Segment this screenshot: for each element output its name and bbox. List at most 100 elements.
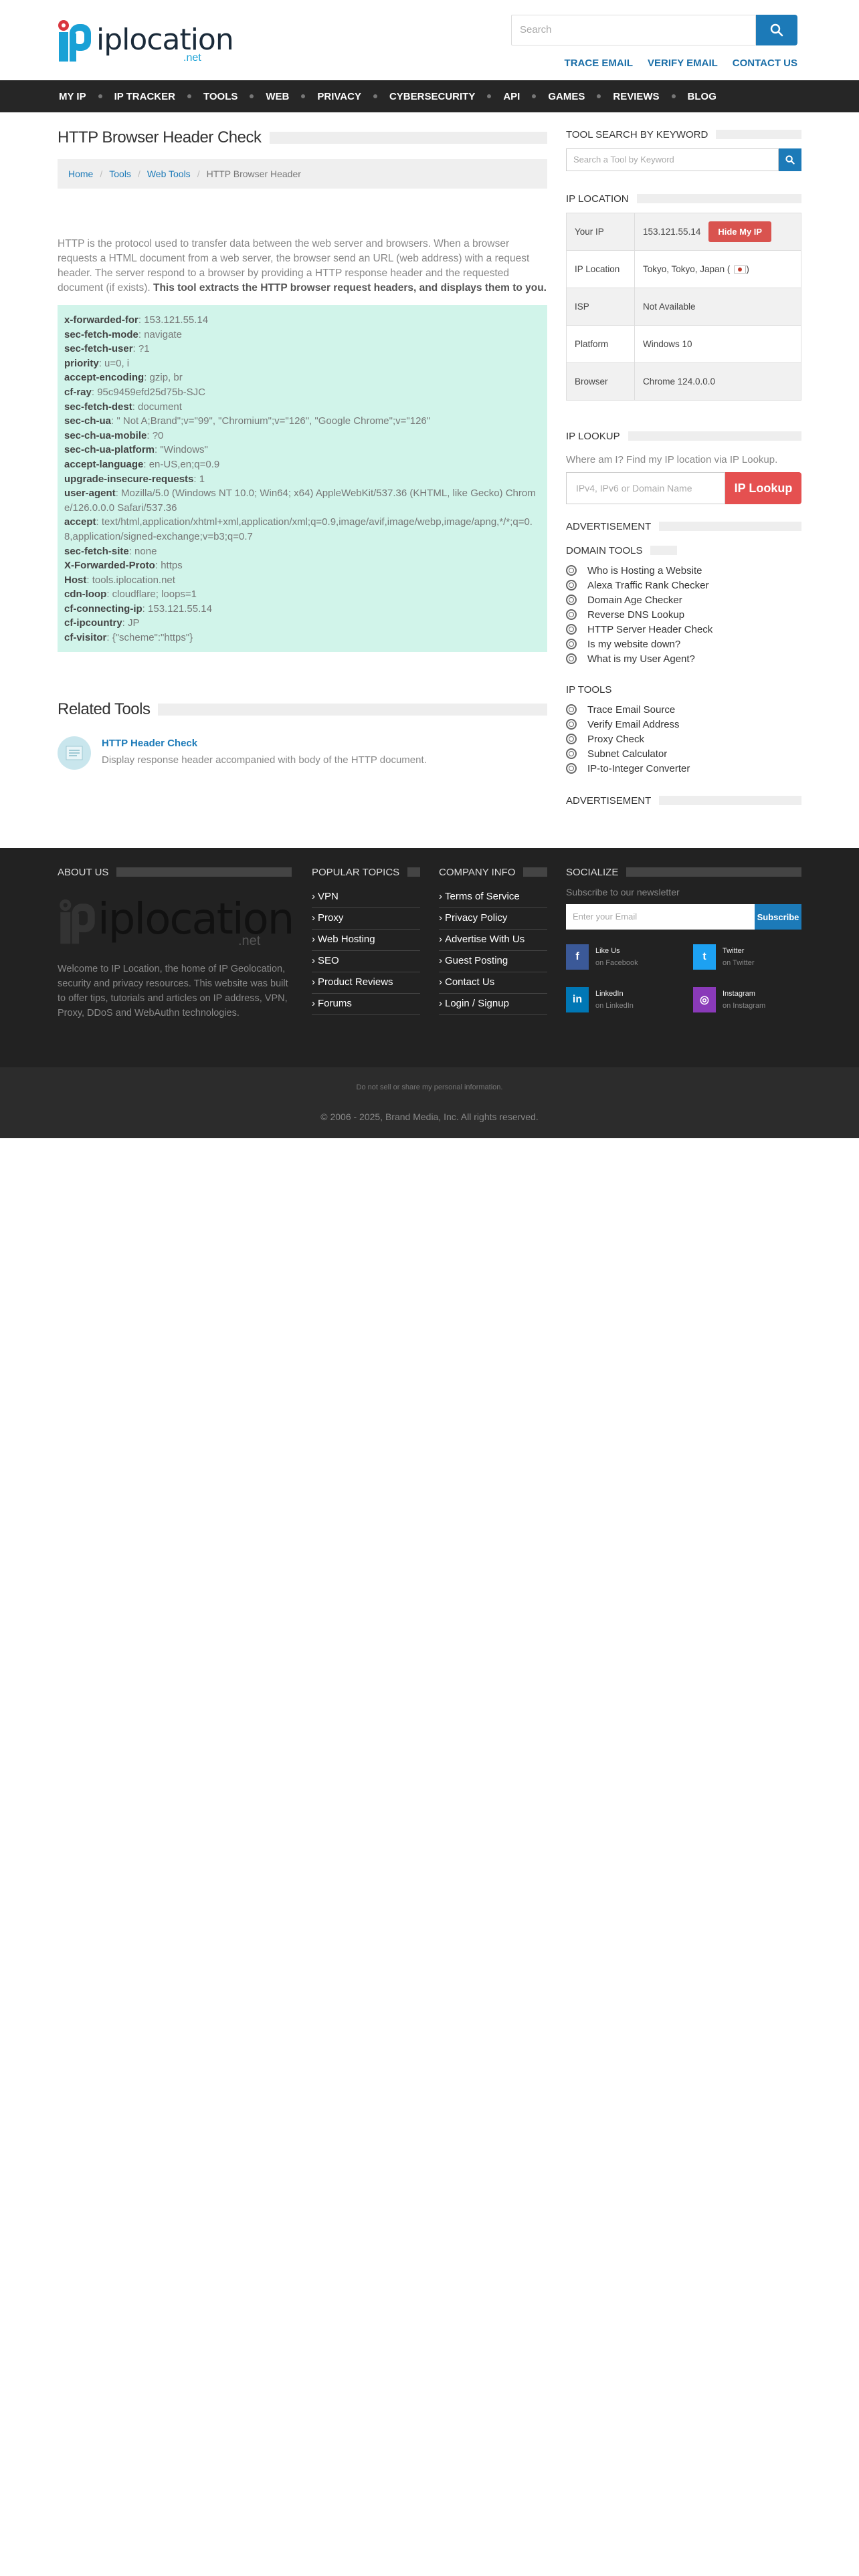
tool-link-who-is-hosting-a-website[interactable]: Who is Hosting a Website [566,563,801,578]
newsletter-form: Enter your Email Subscribe [566,904,801,930]
tool-link-ip-to-integer-converter[interactable]: IP-to-Integer Converter [566,761,801,776]
breadcrumb: Home / Tools / Web Tools / HTTP Browser … [58,159,547,189]
circle-bullet-icon [566,653,577,664]
tool-search-input[interactable]: Search a Tool by Keyword [566,148,779,171]
ip-location-value: Tokyo, Tokyo, Japan ( [643,264,731,274]
nav-item-privacy[interactable]: PRIVACY [317,91,389,102]
tool-link-alexa-traffic-rank-checker[interactable]: Alexa Traffic Rank Checker [566,578,801,593]
header-line: upgrade-insecure-requests: 1 [64,473,205,485]
ip-lookup-button[interactable]: IP Lookup [725,472,801,504]
header-line: accept: text/html,application/xhtml+xml,… [64,516,533,542]
footer-bottom: Do not sell or share my personal informa… [0,1067,859,1138]
social-name: Twitter [723,947,745,955]
tool-link-label: Trace Email Source [587,704,676,716]
header-line: X-Forwarded-Proto: https [64,560,183,572]
nav-item-tools[interactable]: TOOLS [203,91,266,102]
breadcrumb-home[interactable]: Home [68,169,93,179]
tool-link-is-my-website-down[interactable]: Is my website down? [566,637,801,651]
newsletter-email-input[interactable]: Enter your Email [566,904,755,930]
site-search-button[interactable] [756,15,797,45]
breadcrumb-tools[interactable]: Tools [109,169,131,179]
logo-wordmark: iplocation [96,23,234,57]
tool-link-what-is-my-user-agent[interactable]: What is my User Agent? [566,651,801,666]
tool-link-domain-age-checker[interactable]: Domain Age Checker [566,593,801,607]
footer-link-guest-posting[interactable]: Guest Posting [439,951,547,972]
tool-link-label: Subnet Calculator [587,748,668,760]
nav-item-ip-tracker[interactable]: IP TRACKER [114,91,203,102]
breadcrumb-web-tools[interactable]: Web Tools [147,169,191,179]
subscribe-button[interactable]: Subscribe [755,904,801,930]
related-title: Related Tools [58,700,151,718]
circle-bullet-icon [566,565,577,576]
footer-link-seo[interactable]: SEO [312,951,420,972]
header-line: cf-ipcountry: JP [64,617,140,629]
tool-link-reverse-dns-lookup[interactable]: Reverse DNS Lookup [566,607,801,622]
footer-link-terms-of-service[interactable]: Terms of Service [439,887,547,908]
footer-link-contact-us[interactable]: Contact Us [439,972,547,994]
nav-item-blog[interactable]: BLOG [688,91,717,102]
tool-link-label: Verify Email Address [587,718,680,730]
tool-link-subnet-calculator[interactable]: Subnet Calculator [566,746,801,761]
contact-us-link[interactable]: CONTACT US [733,58,797,69]
header-line: sec-fetch-user: ?1 [64,343,150,355]
header-value: 153.121.55.14 [144,314,209,326]
footer-link-web-hosting[interactable]: Web Hosting [312,930,420,951]
header-line: x-forwarded-for: 153.121.55.14 [64,314,209,326]
page: iplocation .net Search TRACE EMAIL VERIF… [0,0,859,2576]
header-line: accept-language: en-US,en;q=0.9 [64,458,220,470]
site-search-input[interactable]: Search [511,15,756,45]
linkedin-icon: in [566,987,589,1012]
tool-link-trace-email-source[interactable]: Trace Email Source [566,702,801,717]
footer-link-proxy[interactable]: Proxy [312,908,420,930]
nav-item-my-ip[interactable]: MY IP [59,91,114,102]
nav-item-label: REVIEWS [613,90,660,102]
nav-item-api[interactable]: API [503,91,548,102]
header-line: cf-ray: 95c9459efd25d75b-SJC [64,386,205,398]
nav-item-cybersecurity[interactable]: CYBERSECURITY [389,91,503,102]
circle-bullet-icon [566,639,577,649]
related-item[interactable]: HTTP Header Check Display response heade… [58,736,547,770]
related-title-row: Related Tools [58,700,547,719]
tool-link-proxy-check[interactable]: Proxy Check [566,732,801,746]
footer-link-advertise-with-us[interactable]: Advertise With Us [439,930,547,951]
tool-link-verify-email-address[interactable]: Verify Email Address [566,717,801,732]
footer-link-product-reviews[interactable]: Product Reviews [312,972,420,994]
platform-label: Platform [566,325,635,363]
nav-item-web[interactable]: WEB [266,91,317,102]
header-key: accept [64,516,96,528]
copyright: © 2006 - 2025, Brand Media, Inc. All rig… [320,1111,539,1122]
header-value: ?1 [138,343,150,355]
site-logo[interactable]: iplocation .net [56,17,234,64]
footer-logo-wordmark: iplocation [98,895,294,944]
social-sub: on Facebook [595,959,638,967]
social-facebook[interactable]: f Like Us on Facebook [566,944,693,970]
header-value: "Windows" [160,444,208,456]
ip-lookup-input[interactable]: IPv4, IPv6 or Domain Name [566,472,725,504]
tool-link-http-server-header-check[interactable]: HTTP Server Header Check [566,622,801,637]
related-item-title[interactable]: HTTP Header Check [102,738,427,749]
header-key: sec-ch-ua-platform [64,444,155,456]
footer-link-forums[interactable]: Forums [312,994,420,1015]
social-twitter[interactable]: t Twitter on Twitter [693,944,800,970]
do-not-sell-link[interactable]: Do not sell or share my personal informa… [0,1067,859,1091]
header-key: x-forwarded-for [64,314,138,326]
verify-email-link[interactable]: VERIFY EMAIL [648,58,718,69]
header-value: {"scheme":"https"} [112,632,193,644]
social-instagram[interactable]: ◎ Instagram on Instagram [693,987,800,1012]
footer-link-login-signup[interactable]: Login / Signup [439,994,547,1015]
header-key: cf-ipcountry [64,617,122,629]
footer-link-privacy-policy[interactable]: Privacy Policy [439,908,547,930]
social-text: Twitter on Twitter [723,947,755,967]
hide-my-ip-button[interactable]: Hide My IP [708,221,772,242]
nav-item-games[interactable]: GAMES [548,91,613,102]
nav-item-label: TOOLS [203,90,238,102]
trace-email-link[interactable]: TRACE EMAIL [565,58,634,69]
ip-location-suffix: ) [746,264,749,274]
social-linkedin[interactable]: in LinkedIn on LinkedIn [566,987,693,1012]
nav-item-reviews[interactable]: REVIEWS [613,91,687,102]
tool-link-label: Alexa Traffic Rank Checker [587,579,709,591]
footer-link-vpn[interactable]: VPN [312,887,420,908]
isp-label: ISP [566,288,635,326]
tool-search-button[interactable] [779,148,801,171]
japan-flag-icon [734,265,747,274]
